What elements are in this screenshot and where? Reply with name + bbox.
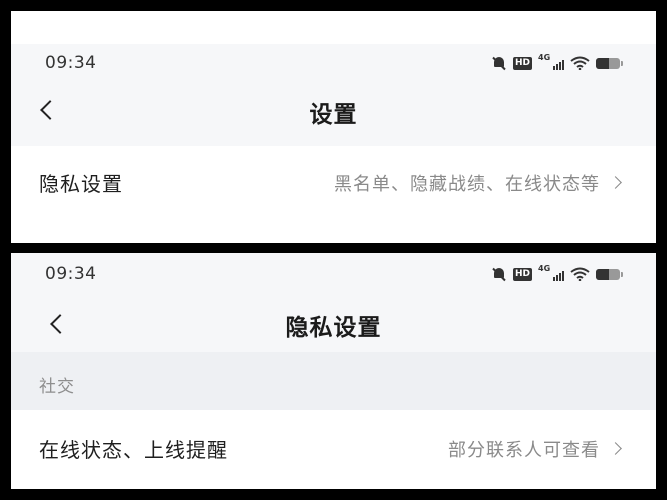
section-header-social: 社交 xyxy=(11,352,656,410)
signal-4g-icon: 4G xyxy=(538,53,564,70)
online-status-row[interactable]: 在线状态、上线提醒 部分联系人可查看 xyxy=(11,410,656,489)
network-type-label: 4G xyxy=(538,53,551,62)
status-icons: HD 4G xyxy=(491,53,623,70)
page-title: 设置 xyxy=(309,102,358,128)
chevron-right-icon xyxy=(609,442,622,455)
settings-screen: 09:34 HD 4G 设置 隐私设置 黑名单、隐藏战绩、在线状态等 xyxy=(11,11,656,243)
network-type-label: 4G xyxy=(538,264,551,273)
status-bar: 09:34 HD 4G xyxy=(11,53,656,79)
battery-icon xyxy=(596,57,623,69)
wifi-icon xyxy=(570,56,590,70)
hd-icon: HD xyxy=(512,56,532,70)
nav-bar: 隐私设置 xyxy=(11,298,656,348)
privacy-settings-row[interactable]: 隐私设置 黑名单、隐藏战绩、在线状态等 xyxy=(11,146,656,243)
wifi-icon xyxy=(570,267,590,281)
page-title: 隐私设置 xyxy=(285,315,382,341)
row-value: 部分联系人可查看 xyxy=(448,440,600,461)
status-icons: HD 4G xyxy=(491,264,623,281)
bell-off-icon xyxy=(491,267,507,281)
privacy-settings-screen: 09:34 HD 4G 隐私设置 社交 在线状态、上线提醒 部分联系人可查看 xyxy=(11,253,656,489)
battery-icon xyxy=(596,268,623,280)
top-white-strip xyxy=(11,11,656,44)
status-time: 09:34 xyxy=(45,53,97,73)
chevron-right-icon xyxy=(609,176,622,189)
row-label: 在线状态、上线提醒 xyxy=(39,438,228,462)
hd-icon: HD xyxy=(512,267,532,281)
row-value: 黑名单、隐藏战绩、在线状态等 xyxy=(334,174,600,195)
section-title: 社交 xyxy=(39,377,75,397)
status-time: 09:34 xyxy=(45,264,97,284)
signal-4g-icon: 4G xyxy=(538,264,564,281)
row-label: 隐私设置 xyxy=(39,172,123,196)
bell-off-icon xyxy=(491,56,507,70)
nav-bar: 设置 xyxy=(11,85,656,135)
status-bar: 09:34 HD 4G xyxy=(11,264,656,290)
